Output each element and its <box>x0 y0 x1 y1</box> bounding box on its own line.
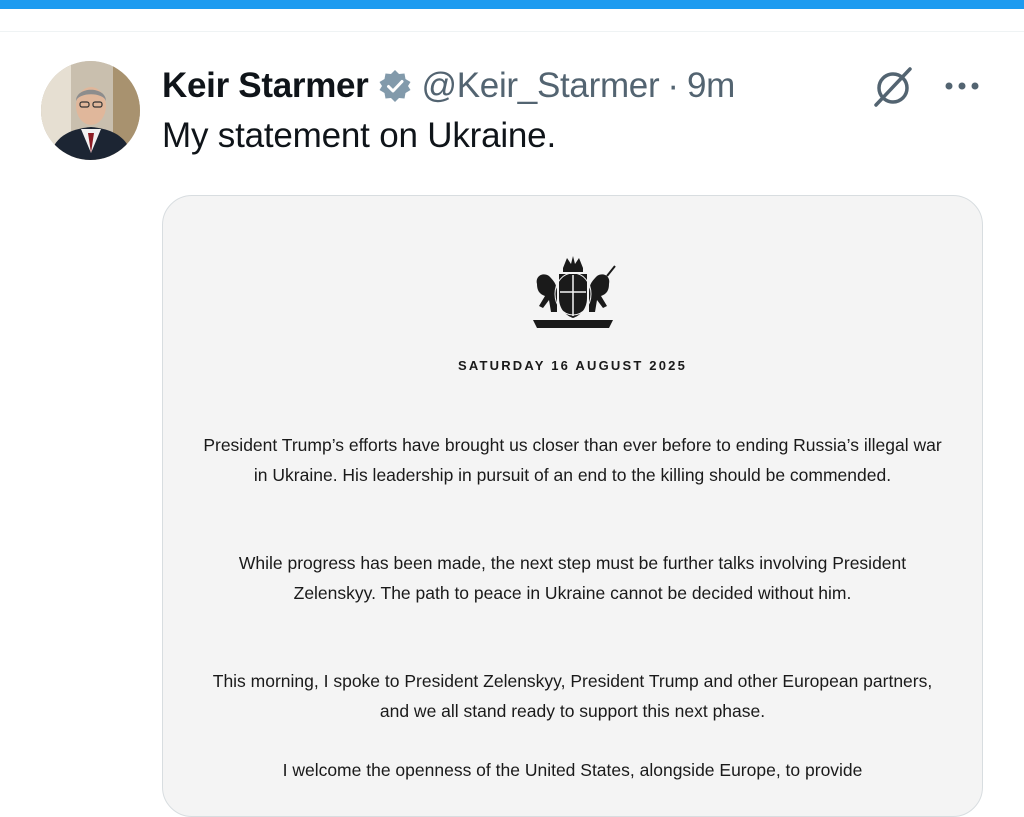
timestamp[interactable]: 9m <box>687 66 735 106</box>
more-options-icon[interactable] <box>942 74 982 98</box>
statement-image[interactable]: SATURDAY 16 AUGUST 2025 President Trump’… <box>162 195 983 817</box>
statement-paragraph: I welcome the openness of the United Sta… <box>282 760 863 780</box>
statement-paragraph: This morning, I spoke to President Zelen… <box>212 671 933 721</box>
verified-badge-icon <box>378 69 412 103</box>
separator-dot: · <box>667 66 679 105</box>
divider <box>0 31 1024 32</box>
tweet-header: Keir Starmer @Keir_Starmer · 9m <box>162 62 735 110</box>
avatar[interactable] <box>41 61 140 160</box>
author-handle[interactable]: @Keir_Starmer <box>422 66 660 106</box>
royal-coat-of-arms-icon <box>527 254 619 334</box>
author-name[interactable]: Keir Starmer <box>162 66 369 106</box>
statement-date: SATURDAY 16 AUGUST 2025 <box>457 358 688 373</box>
tweet-text: My statement on Ukraine. <box>162 116 556 155</box>
grok-icon[interactable] <box>870 64 916 110</box>
statement-paragraph: President Trump’s efforts have brought u… <box>203 435 942 485</box>
top-accent-bar <box>0 0 1024 9</box>
statement-paragraph: While progress has been made, the next s… <box>238 553 907 603</box>
